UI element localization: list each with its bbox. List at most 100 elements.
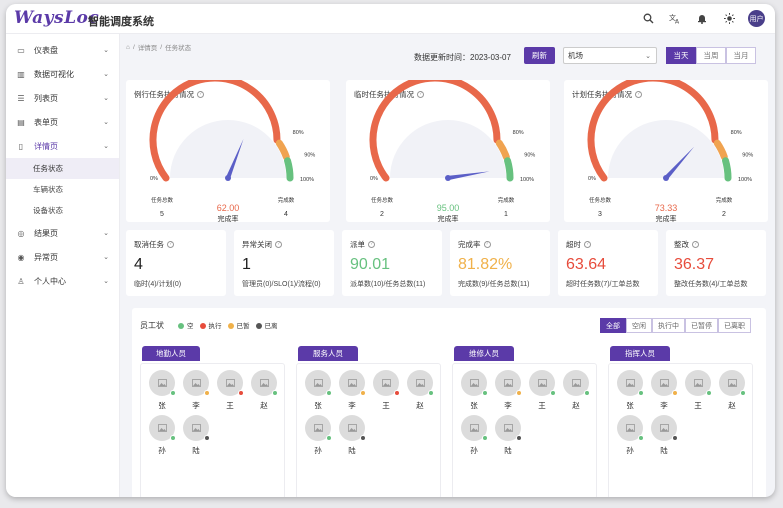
- status-dot: [638, 435, 644, 441]
- chevron-down-icon: ⌄: [103, 230, 109, 237]
- sidebar-item-2[interactable]: ▥ 数据可视化 ⌄: [6, 62, 119, 86]
- breadcrumb-separator: /: [160, 43, 163, 51]
- staff-group-tag: 地勤人员: [142, 346, 200, 361]
- gauge-face: [608, 120, 724, 178]
- gauge-card: 例行任务执行情况? 0% 80% 90% 100% 62.00 完成率 任务总数 5 完成数 4: [126, 80, 330, 222]
- gauge-rate-label: 完成率: [656, 214, 677, 222]
- theme-sun-icon[interactable]: [721, 11, 737, 27]
- sidebar-subitem[interactable]: 车辆状态: [6, 179, 119, 200]
- staff-filter-tab[interactable]: 已暂停: [685, 318, 718, 333]
- stat-title: 完成率?: [458, 239, 491, 250]
- range-button[interactable]: 当月: [726, 47, 756, 64]
- sidebar-item-label: 个人中心: [34, 276, 66, 286]
- status-dot: [204, 435, 210, 441]
- main-content: ⌂ / 详情页 / 任务状态 数据更新时间：2023-03-07 刷新 机场 ⌄…: [120, 34, 775, 497]
- help-icon[interactable]: ?: [584, 241, 591, 248]
- gauge-chart: 0% 80% 90% 100% 62.00完成率 任务总数 5 完成数 4: [149, 80, 315, 222]
- staff-filter-tabs: 全部 空闲 执行中 已暂停 已离职: [600, 318, 751, 333]
- gauge-chart: 0% 80% 90% 100% 95.00完成率 任务总数 2 完成数 1: [369, 80, 535, 222]
- status-dot: [550, 390, 556, 396]
- status-dot: [516, 435, 522, 441]
- help-icon[interactable]: ?: [368, 241, 375, 248]
- staff-filter-tab[interactable]: 全部: [600, 318, 626, 333]
- staff-name: 陆: [660, 446, 668, 455]
- staff-name: 陆: [348, 446, 356, 455]
- staff-group: 张 李 王 赵孙 陆: [296, 363, 441, 497]
- status-dot: [706, 390, 712, 396]
- check-circle-icon: ◎: [17, 228, 25, 238]
- refresh-button[interactable]: 刷新: [524, 47, 555, 64]
- chevron-down-icon: ⌄: [103, 119, 109, 126]
- stat-title-text: 完成率: [458, 240, 481, 249]
- breadcrumb-item[interactable]: 详情页: [138, 42, 158, 52]
- bell-icon[interactable]: [694, 11, 710, 27]
- warning-circle-icon: ◉: [17, 252, 25, 262]
- gauge-value: 95.00: [437, 203, 460, 213]
- gauge-scale-label: 0%: [588, 176, 596, 182]
- avatar[interactable]: 用户: [748, 10, 765, 27]
- status-dot: [740, 390, 746, 396]
- stat-title: 取消任务?: [134, 239, 174, 250]
- translate-icon[interactable]: 文A: [667, 11, 683, 27]
- sidebar-item-label: 表单页: [34, 117, 58, 127]
- status-dot: [272, 390, 278, 396]
- gauge-face: [170, 120, 286, 178]
- chevron-down-icon: ⌄: [103, 71, 109, 78]
- search-icon[interactable]: [640, 11, 656, 27]
- sidebar-subitem[interactable]: 设备状态: [6, 200, 119, 221]
- sidebar-item-1[interactable]: ▭ 仪表盘 ⌄: [6, 38, 119, 62]
- range-button[interactable]: 当天: [666, 47, 696, 64]
- staff-filter-tab[interactable]: 执行中: [652, 318, 685, 333]
- stat-value: 36.37: [674, 256, 715, 273]
- gauge-card: 临时任务执行情况? 0% 80% 90% 100% 95.00 完成率 任务总数 2 完成数 1: [346, 80, 550, 222]
- legend-dot: [227, 323, 234, 330]
- top-toolbar: 文A 用户: [640, 10, 765, 27]
- help-icon[interactable]: ?: [692, 241, 699, 248]
- stat-value: 63.64: [566, 256, 607, 273]
- stat-title-text: 取消任务: [134, 240, 164, 249]
- sidebar-item-6[interactable]: ◎ 结果页 ⌄: [6, 221, 119, 245]
- sidebar-item-3[interactable]: ☰ 列表页 ⌄: [6, 86, 119, 110]
- gauge-left-label: 任务总数: [371, 196, 394, 204]
- stat-title-text: 整改: [674, 240, 689, 249]
- system-title: 智能调度系统: [88, 16, 154, 28]
- logo: WaysLoc: [14, 8, 100, 28]
- gauge-arc-green: [722, 157, 732, 182]
- breadcrumb-current: 任务状态: [165, 45, 192, 52]
- location-select[interactable]: 机场 ⌄: [563, 47, 657, 64]
- status-dot: [204, 390, 210, 396]
- range-button[interactable]: 当周: [696, 47, 726, 64]
- sidebar-item-5[interactable]: ▯ 详情页 ⌄: [6, 134, 119, 158]
- location-select-value: 机场: [568, 51, 583, 60]
- stat-title-text: 派单: [350, 240, 365, 249]
- help-icon[interactable]: ?: [167, 241, 174, 248]
- gauge-value: 62.00: [217, 203, 240, 213]
- sidebar-subitem[interactable]: 任务状态: [6, 158, 119, 179]
- stat-subtext: 超时任务数(7)/工单总数: [566, 281, 640, 288]
- sidebar-item-7[interactable]: ◉ 异常页 ⌄: [6, 245, 119, 269]
- staff-status-title: 员工状: [140, 321, 164, 330]
- gauge-needle-pivot: [225, 175, 231, 181]
- status-dot: [482, 390, 488, 396]
- staff-name: 李: [660, 401, 668, 410]
- sidebar-item-8[interactable]: ♙ 个人中心 ⌄: [6, 269, 119, 293]
- sidebar-item-4[interactable]: ▤ 表单页 ⌄: [6, 110, 119, 134]
- staff-filter-tab[interactable]: 已离职: [718, 318, 751, 333]
- staff-name: 孙: [470, 446, 478, 455]
- help-icon[interactable]: ?: [483, 241, 491, 248]
- gauge-rate-label: 完成率: [218, 214, 239, 222]
- staff-name: 张: [158, 401, 166, 410]
- gauge-right-value: 1: [504, 211, 508, 218]
- breadcrumb: ⌂ / 详情页 / 任务状态: [126, 42, 192, 53]
- staff-filter-tab[interactable]: 空闲: [626, 318, 652, 333]
- stat-subtext: 管理员(0)/SLO(1)/流程(0): [242, 281, 321, 288]
- status-dot: [326, 435, 332, 441]
- stat-subtext: 整改任务数(4)/工单总数: [674, 281, 748, 288]
- help-icon[interactable]: ?: [275, 241, 282, 248]
- gauge-scale-label: 90%: [742, 153, 753, 159]
- gauge-scale-label: 100%: [738, 177, 752, 183]
- list-icon: ☰: [17, 93, 25, 103]
- stat-value: 81.82%: [458, 256, 513, 273]
- staff-name: 孙: [158, 446, 166, 455]
- home-icon[interactable]: ⌂: [126, 44, 130, 51]
